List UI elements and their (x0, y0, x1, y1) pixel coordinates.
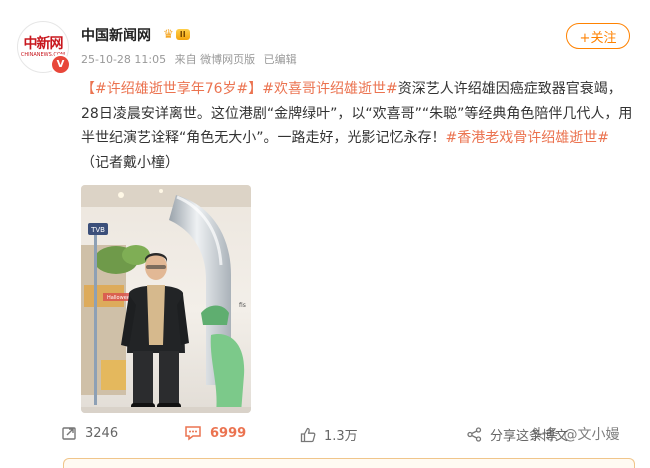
comment-button[interactable]: 6999 (184, 425, 246, 441)
hashtag-link[interactable]: #欢喜哥许绍雄逝世# (262, 81, 397, 97)
watermark: 头条 @文小嫚 (531, 427, 620, 443)
member-level: II (175, 28, 190, 40)
crown-icon: ♛ (163, 27, 174, 41)
edited-label[interactable]: 已编辑 (264, 53, 297, 66)
comment-count: 6999 (210, 425, 247, 441)
like-count: 1.3万 (324, 429, 358, 444)
like-button[interactable]: 1.3万 (300, 425, 358, 444)
hashtag-link[interactable]: 【#许绍雄逝世享年76岁#】 (81, 81, 262, 97)
repost-button[interactable]: 3246 (61, 425, 118, 441)
comment-icon (185, 426, 201, 441)
avatar-logo-cn: 中新网 (23, 36, 64, 52)
repost-icon (62, 427, 76, 440)
follow-button[interactable]: +关注 (566, 23, 630, 49)
post-image-illustration: TVB Halloween fis (81, 185, 251, 413)
post-meta: 25-10-28 11:05 来自 微博网页版 已编辑 (81, 51, 302, 67)
post-image[interactable]: TVB Halloween fis (81, 185, 251, 413)
post-source: 来自 微博网页版 (174, 53, 256, 66)
side-text: fis (239, 302, 246, 309)
post-credit: （记者戴小橦） (81, 154, 179, 171)
sign-text: TVB (90, 226, 105, 234)
account-name[interactable]: 中国新闻网 (81, 25, 151, 45)
repost-count: 3246 (85, 425, 119, 441)
like-icon (300, 427, 316, 442)
post-time[interactable]: 25-10-28 11:05 (81, 53, 166, 66)
share-icon (467, 427, 482, 442)
avatar[interactable]: 中新网 CHINANEWS.COM V (17, 21, 71, 75)
verified-icon: V (50, 54, 71, 75)
member-badge[interactable]: ♛ II (163, 27, 199, 41)
post-text: 【#许绍雄逝世享年76岁#】#欢喜哥许绍雄逝世#资深艺人许绍雄因癌症致器官衰竭，… (81, 77, 633, 175)
hashtag-link[interactable]: #香港老戏骨许绍雄逝世# (446, 130, 609, 146)
